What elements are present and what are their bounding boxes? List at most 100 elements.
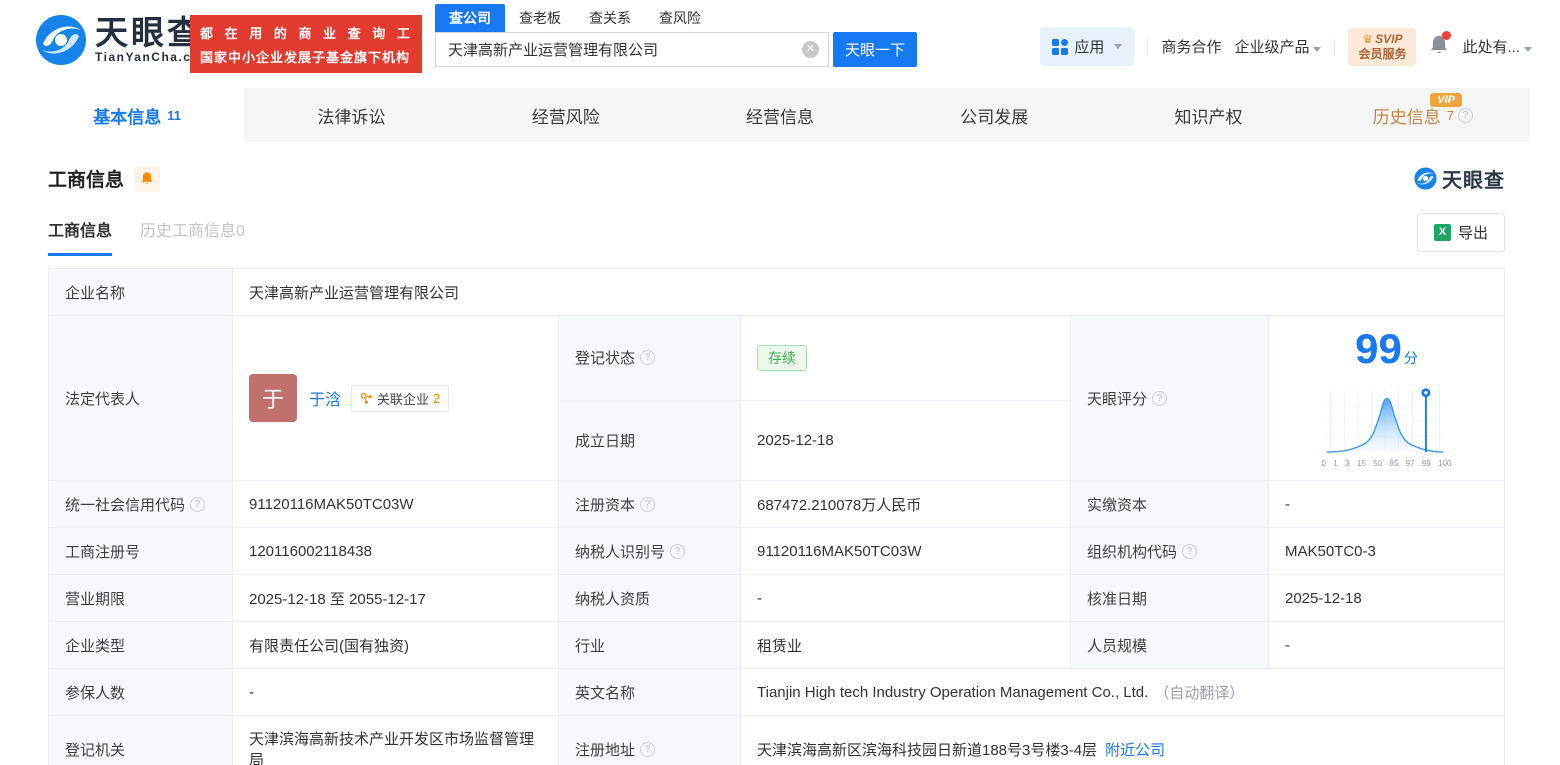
- tab-label: 法律诉讼: [317, 107, 386, 127]
- subscribe-bell-icon: [141, 172, 153, 185]
- reg-status-label-text: 登记状态: [575, 350, 636, 368]
- reg-number-label: 工商注册号: [49, 528, 233, 575]
- tab-operating-info[interactable]: 经营信息: [673, 88, 887, 142]
- search-area: 查公司 查老板 查关系 查风险 ✕ 天眼一下: [435, 4, 917, 67]
- promo-banner: 都 在 用 的 商 业 查 询 工 具 国家中小企业发展子基金旗下机构: [190, 15, 439, 73]
- english-name-text: Tianjin High tech Industry Operation Man…: [757, 683, 1149, 701]
- tianyancha-watermark: 天眼查: [1414, 164, 1505, 193]
- promo-line2: 国家中小企业发展子基金旗下机构: [200, 49, 411, 65]
- tab-history-info[interactable]: VIP 历史信息 7 ?: [1316, 88, 1530, 142]
- tianyancha-watermark-icon: [1414, 167, 1437, 190]
- legal-rep-link[interactable]: 于浛: [309, 386, 341, 410]
- notification-bell-button[interactable]: [1429, 30, 1452, 60]
- help-icon[interactable]: ?: [1182, 543, 1198, 559]
- industry-value: 租赁业: [741, 622, 1071, 669]
- export-button[interactable]: X 导出: [1416, 213, 1505, 252]
- nearby-company-link[interactable]: 附近公司: [1105, 739, 1165, 760]
- org-code-label-text: 组织机构代码: [1087, 543, 1178, 561]
- reg-address-value: 天津滨海高新区滨海科技园日新道188号3号楼3-4层 附近公司: [741, 716, 1505, 765]
- search-tab-boss[interactable]: 查老板: [505, 4, 575, 32]
- crown-icon: ♛: [1362, 31, 1374, 46]
- notification-dot: [1442, 30, 1452, 40]
- score-label: 天眼评分 ?: [1071, 316, 1269, 481]
- apps-button[interactable]: 应用: [1040, 27, 1135, 66]
- tab-label: 经营风险: [531, 107, 600, 127]
- excel-icon: X: [1433, 224, 1451, 241]
- svip-membership-button[interactable]: ♛ SVIP 会员服务: [1348, 27, 1417, 66]
- reg-number-value: 120116002118438: [233, 528, 559, 575]
- tab-label: 公司发展: [960, 107, 1029, 127]
- status-badge: 存续: [757, 344, 807, 371]
- est-date-label: 成立日期: [559, 400, 741, 481]
- business-info-section: 工商信息 天眼查 工商信息 历史工商信息0 X 导出: [0, 142, 1560, 256]
- org-code-value: MAK50TC0-3: [1269, 528, 1505, 575]
- industry-label: 行业: [559, 622, 741, 669]
- tianyancha-logo-icon: [36, 15, 86, 65]
- tab-label: 经营信息: [745, 107, 814, 127]
- approval-date-label: 核准日期: [1071, 575, 1269, 622]
- paid-capital-label: 实缴资本: [1071, 481, 1269, 528]
- help-icon[interactable]: ?: [1152, 390, 1168, 406]
- company-type-label: 企业类型: [49, 622, 233, 669]
- legal-rep-label: 法定代表人: [49, 316, 233, 481]
- nav-enterprise-products-label: 企业级产品: [1234, 39, 1310, 56]
- legal-rep-avatar[interactable]: 于: [249, 374, 297, 422]
- help-icon[interactable]: ?: [670, 543, 686, 559]
- tab-basic-info[interactable]: 基本信息 11: [30, 88, 245, 142]
- promo-line1: 都 在 用 的 商 业 查 询 工 具: [200, 25, 439, 41]
- divider: [1334, 38, 1336, 55]
- tab-company-development[interactable]: 公司发展: [887, 88, 1101, 142]
- export-label: 导出: [1457, 225, 1488, 242]
- search-button[interactable]: 天眼一下: [833, 32, 917, 67]
- search-tab-risk[interactable]: 查风险: [645, 4, 715, 32]
- search-tab-company[interactable]: 查公司: [435, 4, 505, 32]
- taxpayer-id-label-text: 纳税人识别号: [575, 543, 666, 561]
- subtab-history-business-info[interactable]: 历史工商信息0: [140, 217, 245, 256]
- subtab-business-info[interactable]: 工商信息: [48, 217, 113, 256]
- score-unit: 分: [1403, 350, 1418, 366]
- user-menu[interactable]: 此处有...: [1462, 36, 1532, 57]
- search-tab-relation[interactable]: 查关系: [575, 4, 645, 32]
- subscribe-button[interactable]: [134, 165, 161, 192]
- tab-history-count: 7: [1446, 107, 1454, 123]
- help-icon[interactable]: ?: [640, 496, 656, 512]
- credit-code-label-text: 统一社会信用代码: [65, 496, 186, 514]
- svip-sublabel: 会员服务: [1358, 46, 1407, 61]
- reg-address-label-text: 注册地址: [575, 741, 636, 759]
- score-axis-ticks: 0 1 3 15 50 85 97 99 100: [1321, 459, 1452, 468]
- reg-status-label: 登记状态 ?: [559, 316, 741, 401]
- taxpayer-quality-label: 纳税人资质: [559, 575, 741, 622]
- help-icon[interactable]: ?: [640, 741, 656, 757]
- staff-size-label: 人员规模: [1071, 622, 1269, 669]
- help-icon[interactable]: ?: [1457, 107, 1473, 123]
- org-code-label: 组织机构代码 ?: [1071, 528, 1269, 575]
- vip-badge: VIP: [1430, 93, 1462, 107]
- help-icon[interactable]: ?: [640, 350, 656, 366]
- reg-authority-label: 登记机关: [49, 716, 233, 765]
- related-company-badge[interactable]: 关联企业 2: [351, 384, 450, 412]
- taxpayer-id-value: 91120116MAK50TC03W: [741, 528, 1071, 575]
- tab-basic-info-label: 基本信息: [93, 107, 162, 127]
- related-company-label: 关联企业: [377, 391, 430, 407]
- tianyancha-logo[interactable]: 天眼查 TianYanCha.com: [35, 14, 212, 66]
- search-input[interactable]: [435, 32, 829, 67]
- tab-operating-risk[interactable]: 经营风险: [459, 88, 673, 142]
- tab-legal-litigation[interactable]: 法律诉讼: [244, 88, 458, 142]
- taxpayer-quality-value: -: [741, 575, 1071, 622]
- nav-business-cooperation[interactable]: 商务合作: [1161, 36, 1221, 57]
- score-label-text: 天眼评分: [1087, 390, 1148, 408]
- help-icon[interactable]: ?: [190, 496, 206, 512]
- insured-count-label: 参保人数: [49, 669, 233, 716]
- tab-intellectual-property[interactable]: 知识产权: [1101, 88, 1315, 142]
- apps-grid-icon: [1052, 38, 1069, 55]
- divider: [1147, 38, 1149, 55]
- company-name-value: 天津高新产业运营管理有限公司: [233, 269, 1505, 316]
- english-name-value: Tianjin High tech Industry Operation Man…: [741, 669, 1505, 716]
- score-distribution-chart: 0 1 3 15 50 85 97 99 100: [1320, 384, 1454, 468]
- top-header: 天眼查 TianYanCha.com 都 在 用 的 商 业 查 询 工 具 国…: [0, 0, 1560, 88]
- company-name-label: 企业名称: [49, 269, 233, 316]
- approval-date-value: 2025-12-18: [1269, 575, 1505, 622]
- clear-search-icon[interactable]: ✕: [802, 41, 819, 58]
- nav-enterprise-products[interactable]: 企业级产品: [1234, 36, 1322, 57]
- insured-count-value: -: [233, 669, 559, 716]
